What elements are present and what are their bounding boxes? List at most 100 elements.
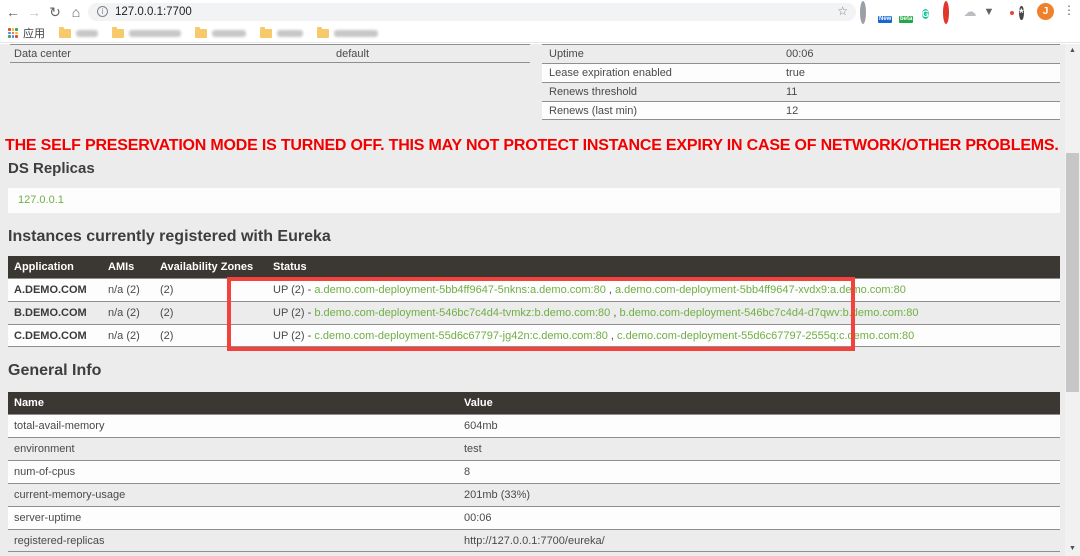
folder-icon <box>317 26 329 38</box>
row-label: Lease expiration enabled <box>549 67 672 79</box>
back-icon[interactable]: ← <box>4 2 22 22</box>
general-info-row: environment test <box>8 437 1060 460</box>
row-label: Uptime <box>549 48 584 60</box>
general-info-row: registered-replicas http://127.0.0.1:7700… <box>8 529 1060 552</box>
profile-avatar[interactable]: J <box>1037 3 1054 20</box>
extension-icon-v[interactable]: ▼ <box>981 4 997 20</box>
instances-heading: Instances currently registered with Eure… <box>8 228 331 245</box>
instance-zones: (2) <box>160 284 174 296</box>
ds-replicas-heading: DS Replicas <box>8 160 95 177</box>
page-info-icon[interactable]: i <box>97 6 108 17</box>
row-value: default <box>336 47 370 60</box>
folder-icon <box>59 26 71 38</box>
home-icon[interactable]: ⌂ <box>67 2 85 22</box>
info-name: total-avail-memory <box>14 420 105 432</box>
row-value: 12 <box>786 104 799 117</box>
instance-row: C.DEMO.COM n/a (2) (2) UP (2) - c.demo.com-… <box>8 324 1060 347</box>
row-label: Renews (last min) <box>549 104 638 117</box>
row-value: 11 <box>786 86 798 98</box>
scrollbar-thumb[interactable] <box>1066 153 1079 392</box>
replica-link[interactable]: 127.0.0.1 <box>18 194 64 206</box>
extension-icon-ring[interactable] <box>860 1 876 24</box>
bookmark-folder-item[interactable] <box>112 26 181 38</box>
instance-link[interactable]: b.demo.com-deployment-546bc7c4d4-tvmkz:b… <box>314 307 610 319</box>
general-info-row: num-of-cpus 8 <box>8 460 1060 483</box>
extension-icon-cloud[interactable]: ☁ <box>962 4 978 20</box>
scroll-down-icon[interactable]: ▼ <box>1065 542 1080 556</box>
beta-badge: beta <box>899 16 914 23</box>
instance-link[interactable]: a.demo.com-deployment-5bb4ff9647-5nkns:a… <box>314 284 605 296</box>
system-status-left-table: Data center default <box>10 44 530 63</box>
table-row: Renews (last min) 12 <box>542 101 1060 120</box>
general-info-row: current-memory-usage 201mb (33%) <box>8 483 1060 506</box>
self-preservation-warning: THE SELF PRESERVATION MODE IS TURNED OFF… <box>5 137 1059 154</box>
bookmarks-bar: 应用 <box>0 24 1080 43</box>
instance-zones: (2) <box>160 307 174 319</box>
system-status-right-table: Uptime 00:06 Lease expiration enabled true R… <box>542 44 1060 120</box>
instance-link[interactable]: c.demo.com-deployment-55d6c67797-2555q:c… <box>617 330 914 342</box>
info-value: 00:06 <box>464 512 492 524</box>
instance-status: UP (2) - c.demo.com-deployment-55d6c6779… <box>273 329 915 342</box>
instance-link[interactable]: c.demo.com-deployment-55d6c67797-jg42n:c… <box>314 330 608 342</box>
eureka-page: Data center default Uptime 00:06 Lease expi… <box>0 44 1065 556</box>
instance-application: B.DEMO.COM <box>14 307 87 319</box>
extension-icon-new[interactable]: New <box>878 4 896 23</box>
instances-table-header: Application AMIs Availability Zones Stat… <box>8 256 1060 278</box>
scroll-up-icon[interactable]: ▲ <box>1065 44 1080 58</box>
extension-icon-red-ring[interactable] <box>943 1 959 24</box>
apps-grid-icon[interactable] <box>8 28 18 38</box>
bookmark-folder-item[interactable] <box>317 26 378 38</box>
row-value: true <box>786 67 805 79</box>
table-row: Renews threshold 11 <box>542 82 1060 101</box>
table-row: Uptime 00:06 <box>542 44 1060 63</box>
instance-row: A.DEMO.COM n/a (2) (2) UP (2) - a.demo.com-… <box>8 278 1060 301</box>
instance-link[interactable]: b.demo.com-deployment-546bc7c4d4-d7qwv:b… <box>619 307 918 319</box>
kebab-menu-icon[interactable]: ⋮ <box>1063 3 1075 17</box>
info-name: environment <box>14 443 75 455</box>
bookmark-star-icon[interactable]: ☆ <box>837 4 848 18</box>
new-badge: New <box>878 16 893 23</box>
column-header-zones: Availability Zones <box>160 261 254 273</box>
instance-amis: n/a (2) <box>108 307 140 319</box>
forward-icon[interactable]: → <box>25 2 43 22</box>
general-info-heading: General Info <box>8 362 102 379</box>
extension-icon-grammarly[interactable]: G <box>922 4 938 20</box>
instance-zones: (2) <box>160 329 174 342</box>
info-value: http://127.0.0.1:7700/eureka/ <box>464 534 605 547</box>
bookmark-folder-item[interactable] <box>260 26 303 38</box>
info-name: num-of-cpus <box>14 466 76 478</box>
general-info-row: server-uptime 00:06 <box>8 506 1060 529</box>
info-name: registered-replicas <box>14 534 105 547</box>
general-info-table-header: Name Value <box>8 392 1060 414</box>
column-header-name: Name <box>14 397 44 409</box>
url-text[interactable]: 127.0.0.1:7700 <box>115 5 192 19</box>
info-value: test <box>464 443 482 455</box>
reload-icon[interactable]: ↻ <box>46 2 64 22</box>
folder-icon <box>112 26 124 38</box>
folder-icon <box>195 26 207 38</box>
vertical-scrollbar[interactable]: ▲ ▼ <box>1065 44 1080 556</box>
instance-application: A.DEMO.COM <box>14 284 87 296</box>
table-row: Lease expiration enabled true <box>542 63 1060 82</box>
extension-icon-pinwheel[interactable]: * <box>1019 4 1035 20</box>
ds-replicas-box: 127.0.0.1 <box>8 188 1060 213</box>
extension-icon-dark-red-dot[interactable] <box>1000 4 1016 20</box>
info-name: server-uptime <box>14 512 82 524</box>
general-info-row: total-avail-memory 604mb <box>8 414 1060 437</box>
info-value: 8 <box>464 466 471 478</box>
info-name: current-memory-usage <box>14 489 126 501</box>
instance-application: C.DEMO.COM <box>14 329 87 342</box>
row-label: Data center <box>14 47 71 60</box>
general-info-table: Name Value total-avail-memory 604mb enviro… <box>8 392 1060 552</box>
extension-icon-beta[interactable]: beta <box>899 4 917 23</box>
apps-label[interactable]: 应用 <box>23 25 45 41</box>
bookmark-folder-item[interactable] <box>195 26 246 38</box>
column-header-application: Application <box>14 261 74 273</box>
folder-icon <box>260 26 272 38</box>
column-header-amis: AMIs <box>108 261 135 273</box>
url-bar[interactable]: i 127.0.0.1:7700 ☆ <box>88 3 856 21</box>
instance-link[interactable]: a.demo.com-deployment-5bb4ff9647-xvdx9:a… <box>615 284 906 296</box>
row-label: Renews threshold <box>549 86 638 98</box>
bookmark-folder-item[interactable] <box>59 26 98 38</box>
instance-amis: n/a (2) <box>108 284 140 296</box>
